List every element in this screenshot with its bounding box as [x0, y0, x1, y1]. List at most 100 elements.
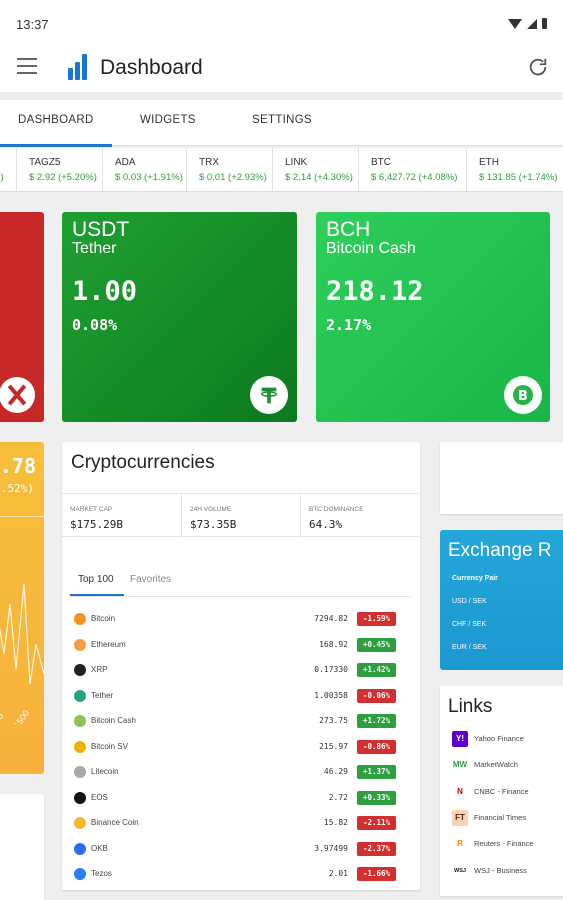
link-item[interactable]: R Reuters - Finance: [452, 834, 563, 856]
link-name: WSJ - Business: [474, 865, 527, 875]
tab-favorites[interactable]: Favorites: [130, 574, 171, 585]
crypto-row[interactable]: Bitcoin Cash 273.75 +1.72%: [74, 709, 408, 734]
sparkline-chart: 00 1500: [0, 583, 44, 724]
coin-price: 2.72: [328, 792, 348, 802]
links-widget: Links Y! Yahoo Finance MW MarketWatch N CNBC …: [440, 686, 563, 896]
link-logo-icon: WSJ: [452, 862, 468, 879]
link-name: MarketWatch: [474, 760, 518, 770]
battery-icon: [542, 18, 547, 29]
link-name: Financial Times: [474, 812, 527, 822]
partial-price-card[interactable]: .78 .52%) 00 1500: [0, 442, 44, 774]
card-name: Tether: [72, 240, 117, 257]
market-stats: MARKET CAP $175.29B 24H VOLUME $73.35B B…: [62, 493, 420, 538]
stat-market-cap: MARKET CAP $175.29B: [70, 506, 123, 531]
exchange-rates-widget[interactable]: Exchange R Currency Pair USD / SEK CHF /…: [440, 530, 563, 670]
ticker-item[interactable]: %): [0, 148, 16, 191]
stat-btc-dominance: BTC DOMINANCE 64.3%: [300, 494, 420, 538]
currency-pair: EUR / SEK: [452, 644, 487, 651]
coin-icon: [74, 715, 86, 727]
link-logo-icon: R: [452, 836, 468, 853]
bitcoin-cash-coin-icon: B: [504, 376, 542, 414]
tab-top-100[interactable]: Top 100: [78, 574, 114, 585]
ticker-item[interactable]: ADA $ 0.03 (+1.91%): [102, 148, 186, 191]
link-item[interactable]: N CNBC - Finance: [452, 782, 563, 804]
ticker-item[interactable]: LINK $ 2.14 (+4.30%): [272, 148, 358, 191]
link-name: Yahoo Finance: [474, 734, 524, 743]
card-change: 0.08%: [72, 316, 118, 334]
card-symbol: BCH: [326, 218, 371, 241]
coin-icon: [74, 791, 86, 804]
coin-icon: [74, 817, 86, 829]
coin-icon: [74, 613, 86, 625]
tab-dashboard[interactable]: DASHBOARD: [18, 114, 94, 126]
ticker-item[interactable]: ETH $ 131.85 (+1.74%): [466, 148, 563, 191]
link-item[interactable]: FT Financial Times: [452, 808, 563, 830]
coin-name: Ethereum: [91, 639, 126, 649]
ticker-item[interactable]: TRX $ 0.01 (+2.93%): [186, 148, 272, 191]
empty-widget: [440, 442, 563, 514]
status-time: 13:37: [16, 17, 49, 32]
crypto-row[interactable]: OKB 3.97499 -2.37%: [74, 837, 408, 862]
coin-price: 273.75: [319, 716, 348, 725]
tab-widgets[interactable]: WIDGETS: [140, 114, 196, 126]
link-item[interactable]: Y! Yahoo Finance: [452, 729, 563, 751]
coin-icon: [74, 664, 86, 676]
coin-name: Tezos: [91, 869, 112, 878]
divider: [70, 596, 412, 597]
xrp-price-card[interactable]: [0, 212, 44, 422]
coin-name: Bitcoin Cash: [91, 716, 136, 725]
crypto-row[interactable]: XRP 0.17330 +1.42%: [74, 658, 408, 683]
ticker-item[interactable]: TAGZ5 $ 2.92 (+5.20%): [16, 148, 102, 191]
change-badge: -0.86%: [357, 739, 396, 754]
coin-name: EOS: [91, 792, 108, 802]
change-badge: +1.37%: [357, 765, 396, 779]
refresh-icon[interactable]: [527, 56, 549, 78]
change-badge: +1.42%: [357, 663, 396, 677]
cryptocurrencies-widget: Cryptocurrencies MARKET CAP $175.29B 24H…: [62, 442, 420, 890]
coin-price: 3.97499: [314, 843, 348, 853]
link-logo-icon: Y!: [452, 731, 468, 747]
system-icons: [508, 18, 547, 29]
coin-price: 0.17330: [314, 665, 348, 674]
coin-price: 46.29: [323, 767, 348, 776]
crypto-row[interactable]: Tezos 2.01 -1.66%: [74, 862, 408, 887]
status-bar: 13:37: [0, 0, 563, 44]
card-change: 2.17%: [326, 316, 372, 334]
card-name: Bitcoin Cash: [326, 240, 416, 257]
menu-icon[interactable]: [17, 58, 37, 74]
change-badge: +1.72%: [357, 714, 396, 728]
change-badge: +0.45%: [357, 637, 396, 652]
coin-icon: [74, 766, 86, 778]
active-tab-indicator: [0, 144, 112, 147]
tab-settings[interactable]: SETTINGS: [252, 114, 312, 126]
crypto-row[interactable]: Ethereum 168.92 +0.45%: [74, 633, 408, 658]
change-badge: +0.33%: [357, 790, 396, 805]
usdt-price-card[interactable]: USDT Tether 1.00 0.08%: [62, 212, 297, 422]
card-price: 1.00: [72, 276, 138, 307]
change-badge: -1.59%: [357, 612, 396, 626]
coin-price: 1.00358: [314, 690, 348, 700]
coin-icon: [74, 689, 86, 702]
crypto-row[interactable]: Bitcoin SV 215.97 -0.86%: [74, 735, 408, 760]
crypto-row[interactable]: Tether 1.00358 -0.06%: [74, 684, 408, 709]
crypto-row[interactable]: Bitcoin 7294.82 -1.59%: [74, 607, 408, 632]
card-price: .78: [0, 454, 36, 478]
ticker-item[interactable]: BTC $ 6,427.72 (+4.08%): [358, 148, 466, 191]
stat-24h-volume: 24H VOLUME $73.35B: [181, 494, 300, 538]
crypto-row[interactable]: Litecoin 46.29 +1.37%: [74, 760, 408, 785]
card-change: .52%): [0, 482, 34, 495]
crypto-row[interactable]: Binance Coin 15.82 -2.11%: [74, 811, 408, 836]
link-name: CNBC - Finance: [474, 786, 529, 796]
wifi-icon: [508, 18, 522, 29]
change-badge: -1.66%: [357, 867, 396, 881]
coin-icon: [74, 638, 86, 651]
crypto-row[interactable]: EOS 2.72 +0.33%: [74, 786, 408, 811]
link-item[interactable]: WSJ WSJ - Business: [452, 861, 563, 883]
link-item[interactable]: MW MarketWatch: [452, 755, 563, 777]
coin-icon: [74, 868, 86, 880]
currency-pair-label: Currency Pair: [452, 575, 498, 582]
link-name: Reuters - Finance: [474, 839, 534, 849]
bch-price-card[interactable]: BCH Bitcoin Cash 218.12 2.17% B: [316, 212, 550, 422]
sparkline-label: 1500: [11, 708, 31, 724]
card-divider: [0, 516, 44, 517]
